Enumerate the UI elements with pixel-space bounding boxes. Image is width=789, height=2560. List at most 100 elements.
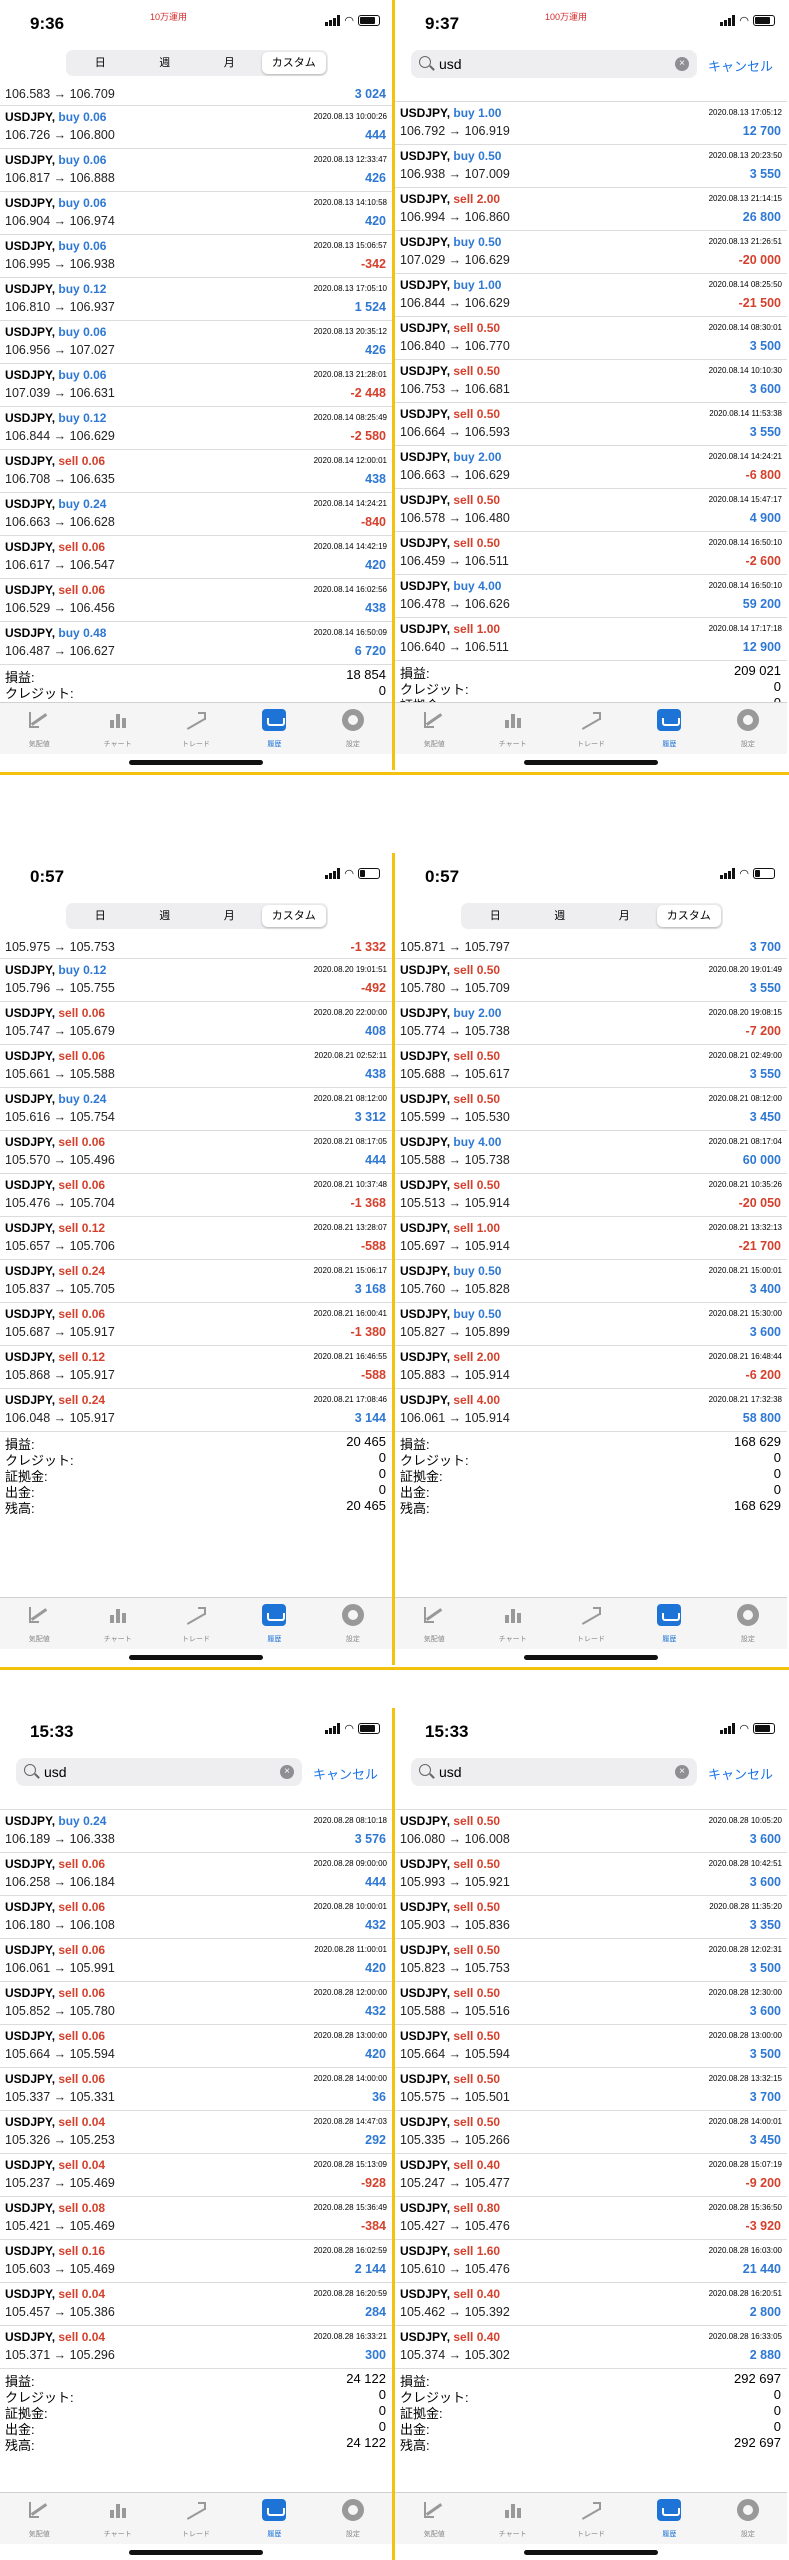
table-row[interactable]: USDJPY, buy 0.12 2020.08.14 08:25:49 106.8… — [0, 407, 392, 450]
tab-history[interactable]: 履歴 — [630, 1598, 708, 1649]
tab-trade[interactable]: トレード — [552, 2493, 630, 2544]
tab-quotes[interactable]: 気配値 — [0, 2493, 78, 2544]
tab-quotes[interactable]: 気配値 — [0, 1598, 78, 1649]
clear-icon[interactable]: × — [280, 1765, 294, 1779]
table-row[interactable]: USDJPY, sell 0.12 2020.08.21 13:28:07 105.… — [0, 1217, 392, 1260]
table-row[interactable]: USDJPY, sell 0.16 2020.08.28 16:02:59 105.… — [0, 2240, 392, 2283]
segment-custom[interactable]: カスタム — [656, 905, 721, 927]
table-row[interactable]: USDJPY, sell 0.24 2020.08.21 15:06:17 105.… — [0, 1260, 392, 1303]
table-row[interactable]: USDJPY, buy 2.00 2020.08.14 14:24:21 106.6… — [395, 446, 787, 489]
table-row[interactable]: USDJPY, sell 0.24 2020.08.21 17:08:46 106.… — [0, 1389, 392, 1432]
cancel-button[interactable]: キャンセル — [708, 1764, 773, 1783]
table-row[interactable]: USDJPY, buy 0.50 2020.08.13 21:26:51 107.0… — [395, 231, 787, 274]
table-row[interactable]: USDJPY, buy 0.50 2020.08.21 15:00:01 105.7… — [395, 1260, 787, 1303]
table-row-partial[interactable]: 105.871 → 105.797 3 700 — [395, 937, 787, 959]
tab-history[interactable]: 履歴 — [235, 2493, 313, 2544]
table-row[interactable]: USDJPY, buy 0.24 2020.08.21 08:12:00 105.6… — [0, 1088, 392, 1131]
table-row[interactable]: USDJPY, sell 0.50 2020.08.14 08:30:01 106.… — [395, 317, 787, 360]
table-row[interactable]: USDJPY, buy 0.48 2020.08.14 16:50:09 106.4… — [0, 622, 392, 665]
table-row[interactable]: USDJPY, buy 0.06 2020.08.13 12:33:47 106.8… — [0, 149, 392, 192]
tab-settings[interactable]: 設定 — [314, 2493, 392, 2544]
tab-chart[interactable]: チャート — [78, 703, 156, 754]
table-row[interactable]: USDJPY, sell 0.12 2020.08.21 16:46:55 105.… — [0, 1346, 392, 1389]
cancel-button[interactable]: キャンセル — [708, 56, 773, 75]
tab-trade[interactable]: トレード — [157, 703, 235, 754]
period-segmented-control[interactable]: 日週月カスタム — [461, 903, 723, 929]
table-row-partial[interactable]: 106.583 → 106.709 3 024 — [0, 84, 392, 106]
table-row[interactable]: USDJPY, sell 0.50 2020.08.28 14:00:01 105.… — [395, 2111, 787, 2154]
table-row[interactable]: USDJPY, sell 0.06 2020.08.21 10:37:48 105.… — [0, 1174, 392, 1217]
table-row[interactable]: USDJPY, sell 0.06 2020.08.21 08:17:05 105.… — [0, 1131, 392, 1174]
tab-settings[interactable]: 設定 — [709, 1598, 787, 1649]
table-row[interactable]: USDJPY, sell 2.00 2020.08.13 21:14:15 106.… — [395, 188, 787, 231]
table-row[interactable]: USDJPY, buy 0.24 2020.08.14 14:24:21 106.6… — [0, 493, 392, 536]
table-row[interactable]: USDJPY, sell 4.00 2020.08.21 17:32:38 106.… — [395, 1389, 787, 1432]
table-row[interactable]: USDJPY, sell 0.50 2020.08.14 16:50:10 106.… — [395, 532, 787, 575]
table-row[interactable]: USDJPY, sell 0.04 2020.08.28 16:20:59 105.… — [0, 2283, 392, 2326]
search-field[interactable]: usd × — [411, 1758, 697, 1786]
table-row[interactable]: USDJPY, buy 0.50 2020.08.13 20:23:50 106.9… — [395, 145, 787, 188]
table-row[interactable]: USDJPY, buy 1.00 2020.08.13 17:05:12 106.7… — [395, 102, 787, 145]
tab-settings[interactable]: 設定 — [709, 703, 787, 754]
table-row[interactable]: USDJPY, buy 0.06 2020.08.13 20:35:12 106.9… — [0, 321, 392, 364]
table-row[interactable]: USDJPY, sell 0.50 2020.08.14 10:10:30 106.… — [395, 360, 787, 403]
segment-month[interactable]: 月 — [197, 905, 262, 927]
table-row[interactable]: USDJPY, sell 0.50 2020.08.21 02:49:00 105.… — [395, 1045, 787, 1088]
table-row[interactable]: USDJPY, buy 0.24 2020.08.28 08:10:18 106.1… — [0, 1810, 392, 1853]
table-row[interactable]: USDJPY, sell 0.50 2020.08.28 12:02:31 105.… — [395, 1939, 787, 1982]
table-row[interactable]: USDJPY, sell 0.06 2020.08.28 14:00:00 105.… — [0, 2068, 392, 2111]
table-row[interactable]: USDJPY, sell 0.40 2020.08.28 16:20:51 105.… — [395, 2283, 787, 2326]
table-row[interactable]: USDJPY, sell 0.50 2020.08.21 10:35:26 105.… — [395, 1174, 787, 1217]
segment-week[interactable]: 週 — [528, 905, 593, 927]
table-row[interactable]: USDJPY, sell 2.00 2020.08.21 16:48:44 105.… — [395, 1346, 787, 1389]
table-row[interactable]: USDJPY, sell 0.50 2020.08.28 10:05:20 106.… — [395, 1810, 787, 1853]
table-row[interactable]: USDJPY, sell 1.60 2020.08.28 16:03:00 105.… — [395, 2240, 787, 2283]
tab-quotes[interactable]: 気配値 — [395, 703, 473, 754]
table-row[interactable]: USDJPY, buy 2.00 2020.08.20 19:08:15 105.7… — [395, 1002, 787, 1045]
table-row[interactable]: USDJPY, sell 0.08 2020.08.28 15:36:49 105.… — [0, 2197, 392, 2240]
table-row[interactable]: USDJPY, sell 0.50 2020.08.28 13:00:00 105.… — [395, 2025, 787, 2068]
table-row[interactable]: USDJPY, buy 1.00 2020.08.14 08:25:50 106.8… — [395, 274, 787, 317]
table-row[interactable]: USDJPY, buy 0.12 2020.08.20 19:01:51 105.7… — [0, 959, 392, 1002]
tab-trade[interactable]: トレード — [157, 2493, 235, 2544]
table-row-partial[interactable] — [395, 80, 787, 102]
tab-trade[interactable]: トレード — [157, 1598, 235, 1649]
tab-history[interactable]: 履歴 — [235, 703, 313, 754]
table-row[interactable]: USDJPY, sell 0.50 2020.08.14 11:53:38 106.… — [395, 403, 787, 446]
period-segmented-control[interactable]: 日週月カスタム — [66, 50, 328, 76]
table-row[interactable]: USDJPY, sell 0.06 2020.08.21 16:00:41 105.… — [0, 1303, 392, 1346]
search-query[interactable]: usd — [439, 1764, 462, 1780]
table-row[interactable]: USDJPY, buy 4.00 2020.08.21 08:17:04 105.5… — [395, 1131, 787, 1174]
table-row[interactable]: USDJPY, buy 0.50 2020.08.21 15:30:00 105.8… — [395, 1303, 787, 1346]
tab-chart[interactable]: チャート — [78, 1598, 156, 1649]
table-row[interactable]: USDJPY, sell 1.00 2020.08.14 17:17:18 106.… — [395, 618, 787, 661]
table-row[interactable]: USDJPY, sell 0.50 2020.08.20 19:01:49 105.… — [395, 959, 787, 1002]
table-row[interactable]: USDJPY, sell 0.06 2020.08.28 11:00:01 106.… — [0, 1939, 392, 1982]
tab-chart[interactable]: チャート — [473, 703, 551, 754]
segment-day[interactable]: 日 — [463, 905, 528, 927]
tab-trade[interactable]: トレード — [552, 1598, 630, 1649]
table-row[interactable]: USDJPY, sell 0.06 2020.08.14 16:02:56 106.… — [0, 579, 392, 622]
clear-icon[interactable]: × — [675, 57, 689, 71]
table-row[interactable]: USDJPY, sell 0.50 2020.08.28 12:30:00 105.… — [395, 1982, 787, 2025]
table-row[interactable]: USDJPY, sell 1.00 2020.08.21 13:32:13 105.… — [395, 1217, 787, 1260]
segment-day[interactable]: 日 — [68, 52, 133, 74]
tab-chart[interactable]: チャート — [473, 2493, 551, 2544]
table-row[interactable]: USDJPY, buy 0.06 2020.08.13 14:10:58 106.9… — [0, 192, 392, 235]
table-row[interactable]: USDJPY, buy 0.06 2020.08.13 21:28:01 107.0… — [0, 364, 392, 407]
table-row[interactable]: USDJPY, buy 0.06 2020.08.13 10:00:26 106.7… — [0, 106, 392, 149]
table-row[interactable]: USDJPY, sell 0.06 2020.08.20 22:00:00 105.… — [0, 1002, 392, 1045]
table-row[interactable]: USDJPY, sell 0.06 2020.08.28 13:00:00 105.… — [0, 2025, 392, 2068]
table-row-partial[interactable] — [0, 1788, 392, 1810]
table-row-partial[interactable] — [395, 1788, 787, 1810]
segment-custom[interactable]: カスタム — [261, 52, 326, 74]
table-row[interactable]: USDJPY, sell 0.06 2020.08.28 12:00:00 105.… — [0, 1982, 392, 2025]
table-row[interactable]: USDJPY, sell 0.04 2020.08.28 15:13:09 105.… — [0, 2154, 392, 2197]
table-row[interactable]: USDJPY, sell 0.40 2020.08.28 16:33:05 105.… — [395, 2326, 787, 2369]
tab-history[interactable]: 履歴 — [630, 2493, 708, 2544]
tab-settings[interactable]: 設定 — [314, 703, 392, 754]
table-row[interactable]: USDJPY, sell 0.50 2020.08.28 10:42:51 105.… — [395, 1853, 787, 1896]
table-row[interactable]: USDJPY, sell 0.50 2020.08.28 11:35:20 105.… — [395, 1896, 787, 1939]
tab-settings[interactable]: 設定 — [709, 2493, 787, 2544]
tab-chart[interactable]: チャート — [473, 1598, 551, 1649]
